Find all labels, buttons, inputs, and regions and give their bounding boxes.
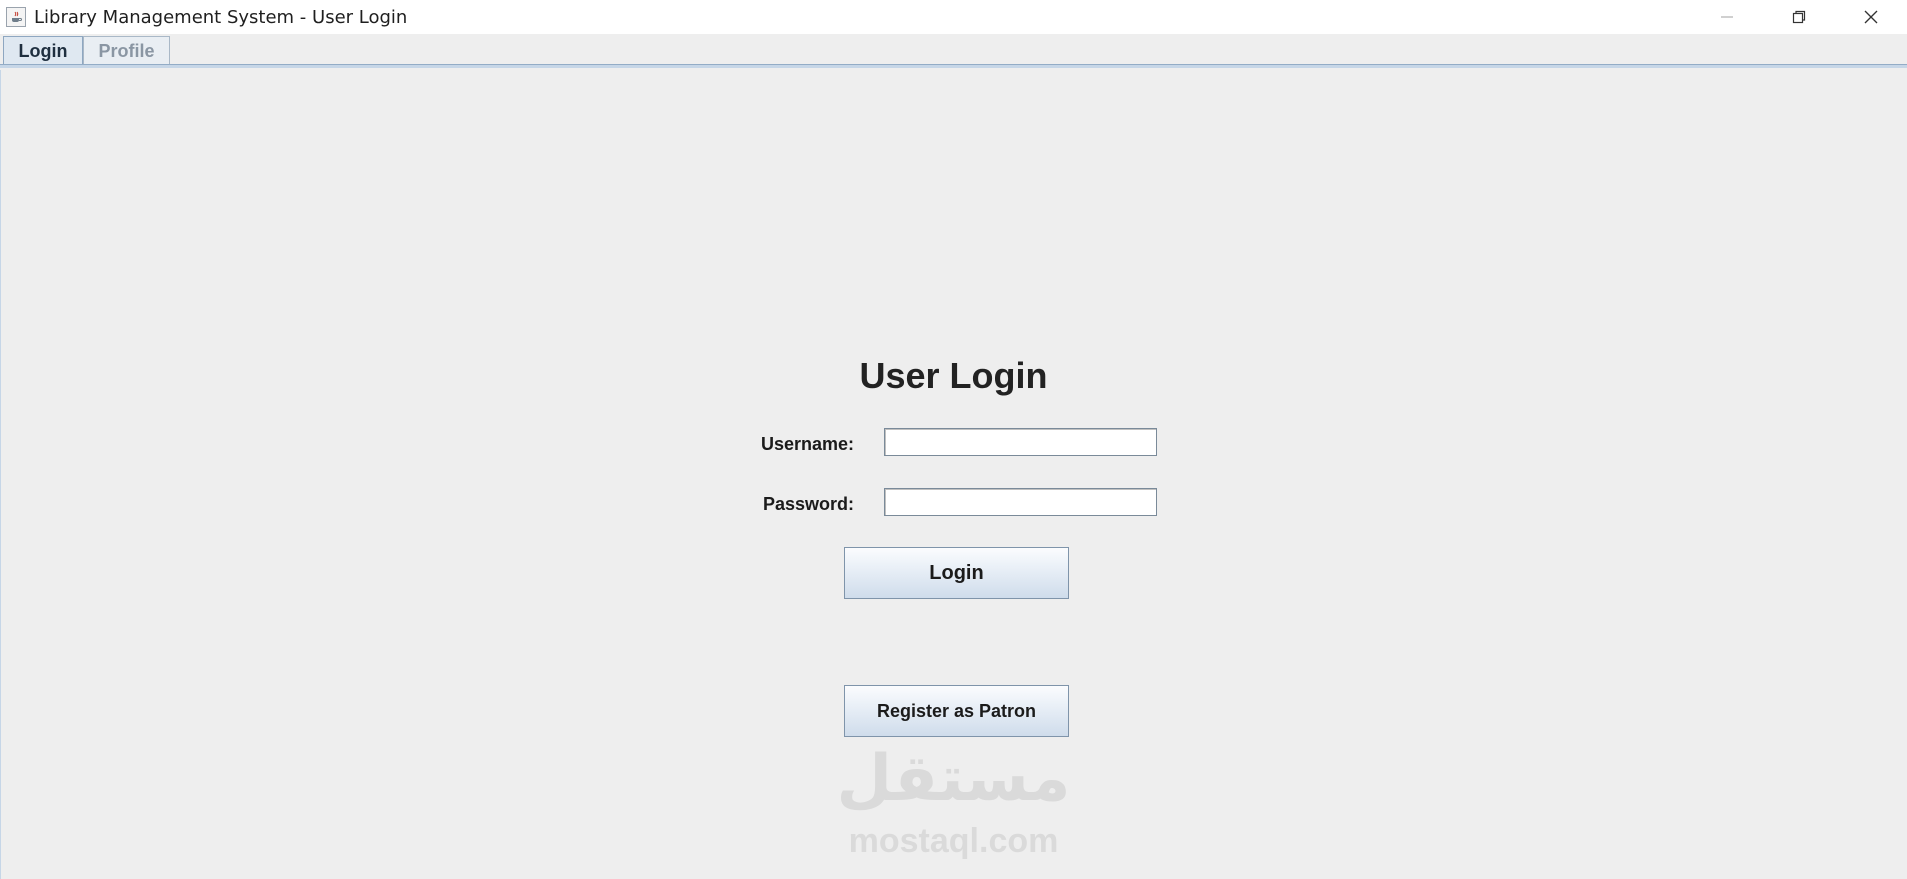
tab-content-divider [0,64,1907,68]
login-button[interactable]: Login [844,547,1069,599]
page-title: User Login [859,355,1048,396]
close-icon[interactable] [1835,0,1907,34]
register-patron-button[interactable]: Register as Patron [844,685,1069,737]
java-cup-icon [6,7,26,27]
window-controls [1691,0,1907,34]
restore-icon[interactable] [1763,0,1835,34]
password-field[interactable] [884,488,1157,516]
tab-profile[interactable]: Profile [83,36,170,66]
tab-login[interactable]: Login [3,36,83,66]
window-titlebar: Library Management System - User Login [0,0,1907,34]
minimize-icon[interactable] [1691,0,1763,34]
username-field[interactable] [884,428,1157,456]
password-label: Password: [762,494,854,514]
watermark-logo: مستقل [836,742,1071,816]
username-label: Username: [760,434,854,454]
window-title: Library Management System - User Login [34,6,408,28]
watermark-site: mostaql.com [848,822,1059,860]
